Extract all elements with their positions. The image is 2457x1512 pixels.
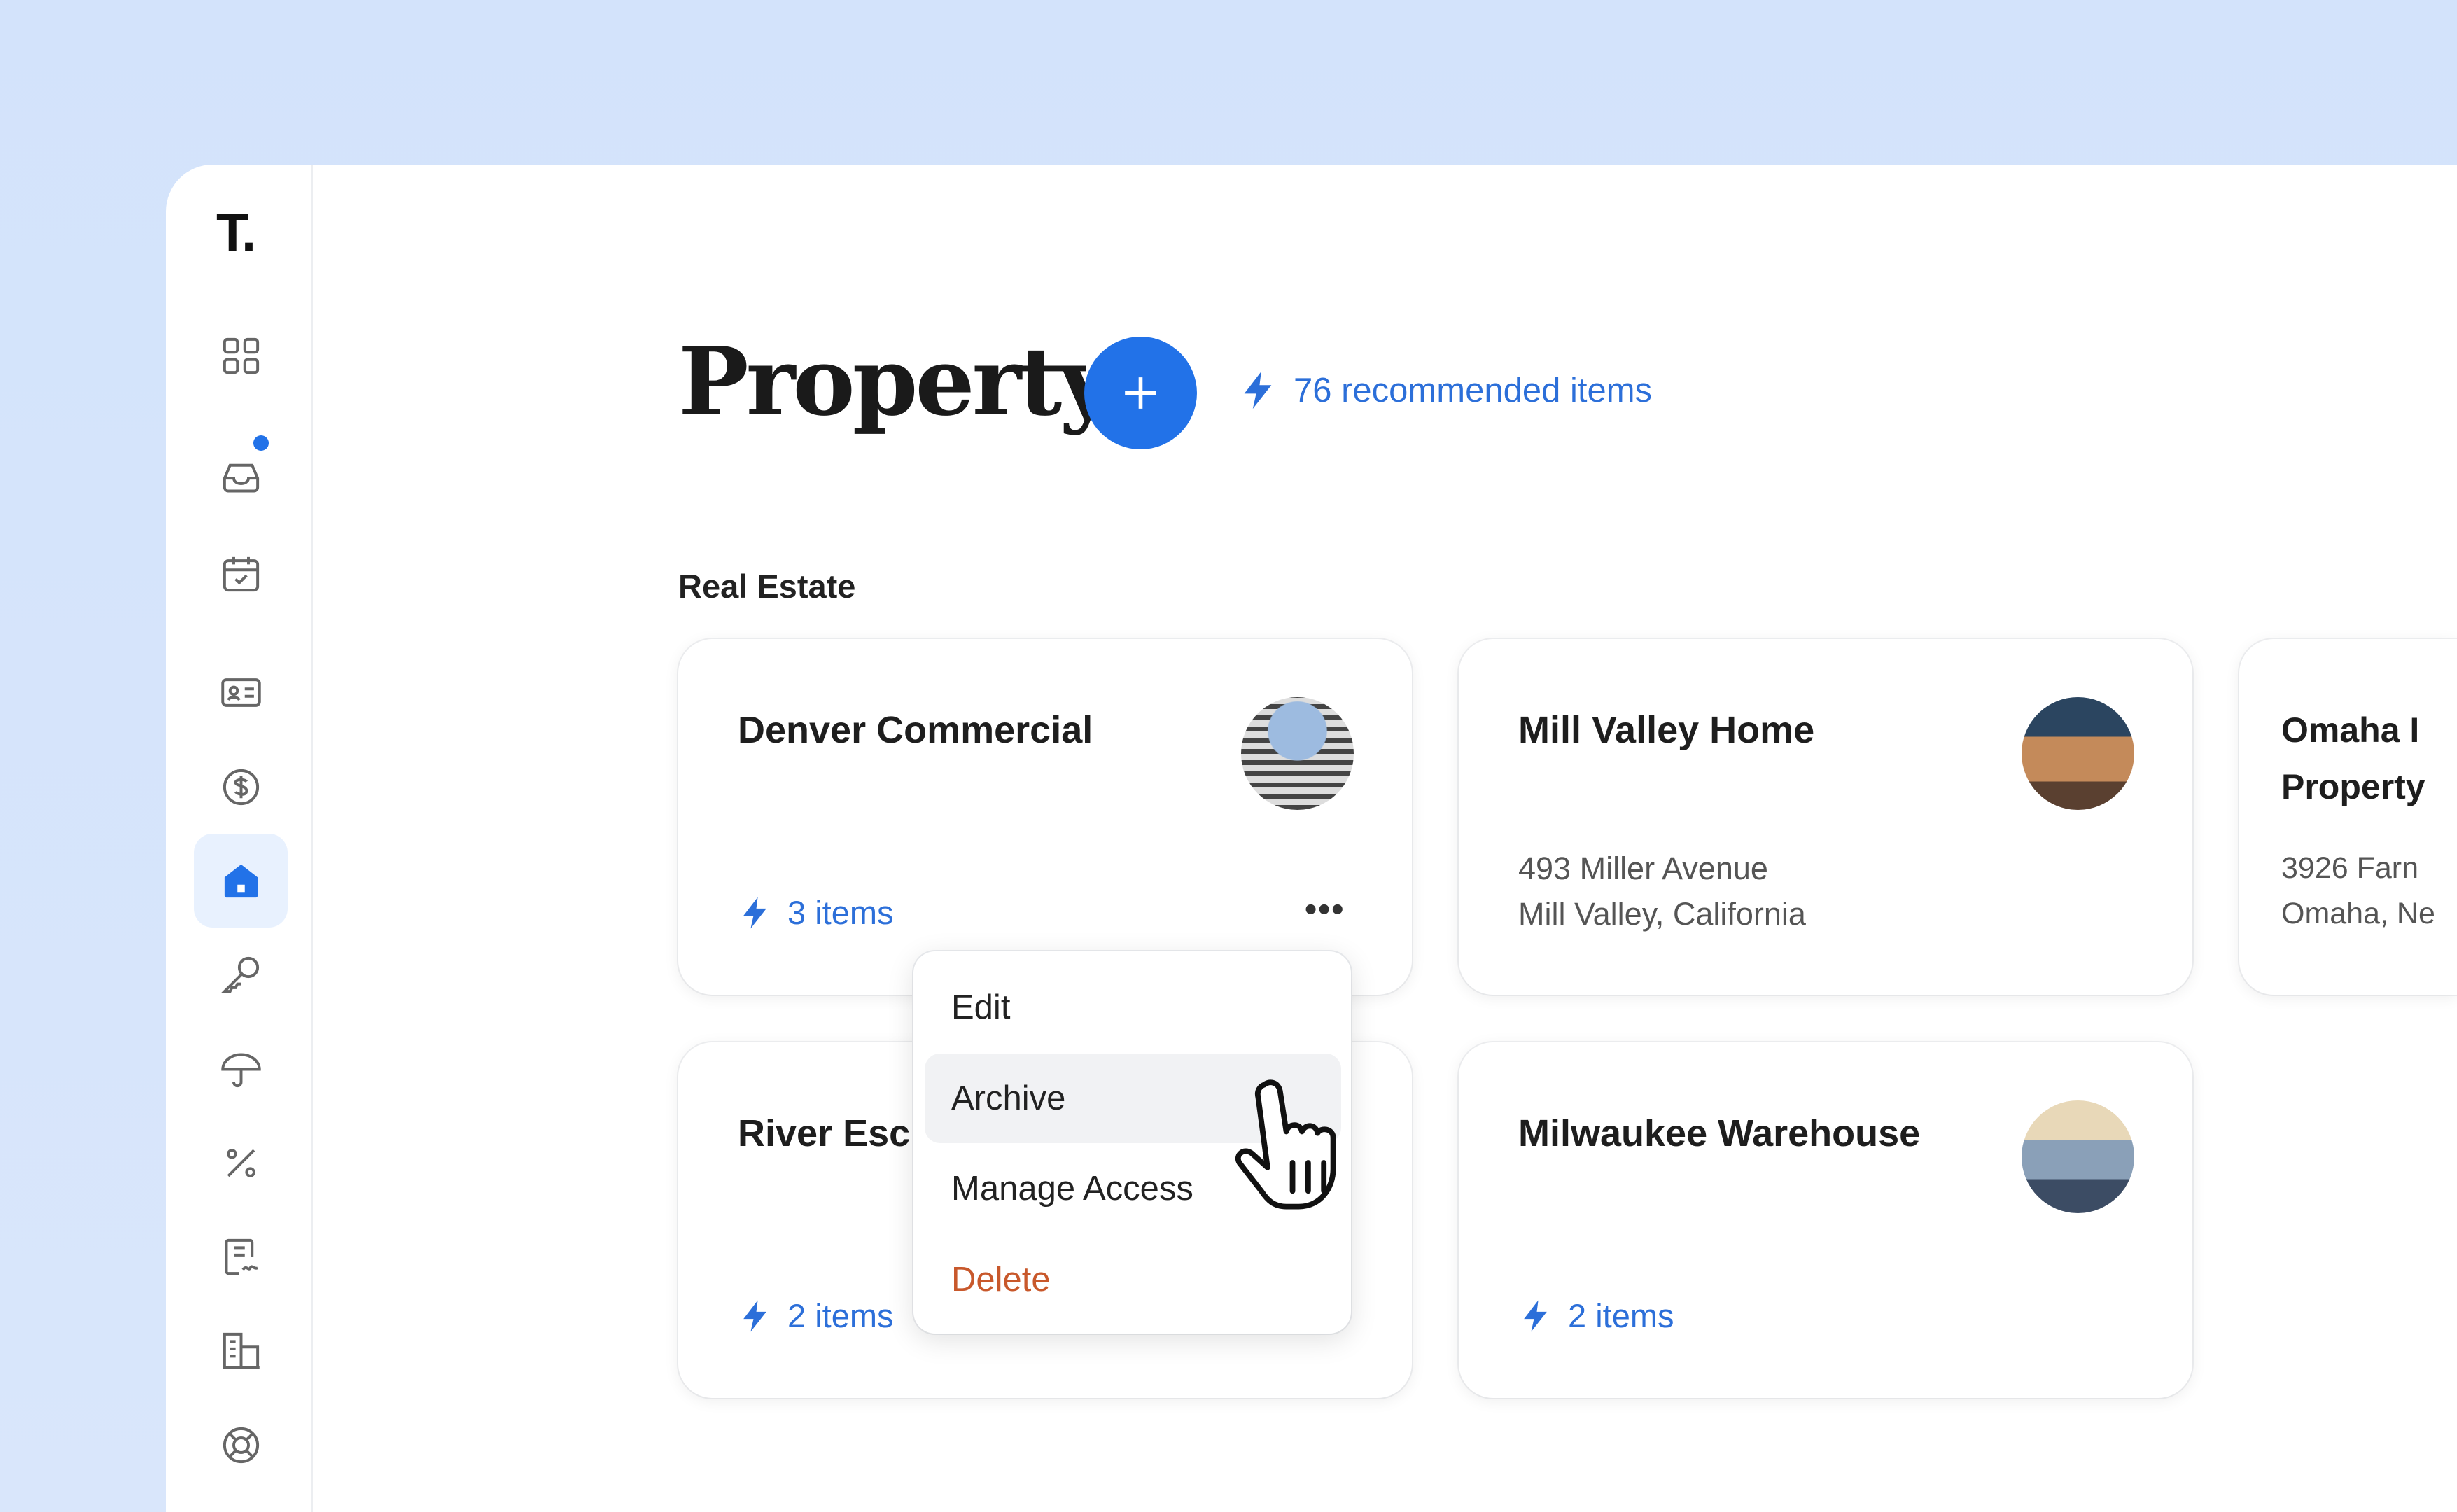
items-link[interactable]: 3 items (738, 893, 894, 932)
items-count: 2 items (788, 1297, 894, 1334)
add-property-button[interactable] (1084, 337, 1197, 449)
card-title: Mill Valley Home (1518, 709, 1815, 751)
card-address: 493 Miller Avenue Mill Valley, California (1518, 846, 1806, 937)
sidebar-item-insurance[interactable] (194, 1022, 288, 1116)
bolt-icon (743, 1300, 766, 1331)
items-count: 2 items (1568, 1297, 1674, 1334)
recommended-items-link[interactable]: 76 recommended items (1238, 367, 1652, 414)
page-title: Property (678, 326, 1114, 437)
hand-pointer-cursor-icon (1236, 1079, 1336, 1210)
property-thumbnail (2022, 697, 2134, 810)
sidebar-item-rates[interactable] (194, 1116, 288, 1210)
sidebar-item-support[interactable] (194, 1398, 288, 1492)
more-options-button[interactable]: ••• (1305, 890, 1345, 929)
contact-card-icon (220, 678, 261, 707)
lifebuoy-icon (223, 1427, 259, 1463)
bolt-icon (1244, 371, 1272, 410)
inbox-icon (223, 463, 259, 492)
card-title: Denver Commercial (738, 709, 1093, 751)
sidebar: T. (166, 164, 313, 1512)
address-line: Omaha, Ne (2281, 897, 2435, 930)
calendar-check-icon (223, 556, 259, 592)
sidebar-item-contracts[interactable] (194, 1210, 288, 1303)
address-line: 3926 Farn (2281, 851, 2419, 885)
logo: T. (216, 203, 256, 262)
menu-item-delete[interactable]: Delete (925, 1235, 1341, 1324)
sidebar-item-calendar[interactable] (194, 526, 288, 620)
property-card[interactable]: Mill Valley Home 493 Miller Avenue Mill V… (1459, 639, 2192, 995)
sidebar-item-keys[interactable] (194, 927, 288, 1021)
bolt-icon (743, 897, 766, 928)
items-count: 3 items (788, 894, 894, 931)
property-card[interactable]: Milwaukee Warehouse 2 items (1459, 1042, 2192, 1398)
section-title: Real Estate (678, 568, 856, 605)
building-icon (222, 1332, 260, 1368)
property-thumbnail (1241, 697, 1354, 810)
grid-icon (223, 337, 259, 374)
dollar-coin-icon (223, 769, 259, 805)
notification-dot (253, 435, 269, 451)
key-icon (220, 956, 259, 993)
address-line: 493 Miller Avenue (1518, 850, 1768, 886)
plus-icon (1125, 377, 1156, 409)
property-card[interactable]: Omaha I Property 3926 Farn Omaha, Ne (2239, 639, 2457, 995)
items-link[interactable]: 2 items (1518, 1296, 1674, 1335)
sidebar-item-buildings[interactable] (194, 1303, 288, 1397)
recommended-items-label: 76 recommended items (1294, 371, 1653, 410)
home-icon (224, 864, 258, 897)
sidebar-item-finance[interactable] (194, 740, 288, 834)
bolt-icon (1524, 1300, 1547, 1331)
umbrella-icon (220, 1053, 261, 1087)
card-title: Milwaukee Warehouse (1518, 1112, 1921, 1154)
property-thumbnail (2022, 1100, 2134, 1213)
address-line: Mill Valley, California (1518, 896, 1806, 932)
contract-icon (225, 1238, 258, 1275)
items-link[interactable]: 2 items (738, 1296, 894, 1335)
sidebar-item-inbox[interactable] (194, 429, 288, 523)
property-card[interactable]: Denver Commercial 3 items ••• (678, 639, 1412, 995)
menu-item-edit[interactable]: Edit (925, 962, 1341, 1052)
sidebar-item-dashboard[interactable] (194, 309, 288, 402)
card-address: 3926 Farn Omaha, Ne (2281, 846, 2435, 937)
sidebar-item-contacts[interactable] (194, 645, 288, 739)
card-title: Omaha I Property (2281, 710, 2426, 806)
sidebar-item-property[interactable] (194, 834, 288, 927)
percent-icon (226, 1148, 255, 1177)
